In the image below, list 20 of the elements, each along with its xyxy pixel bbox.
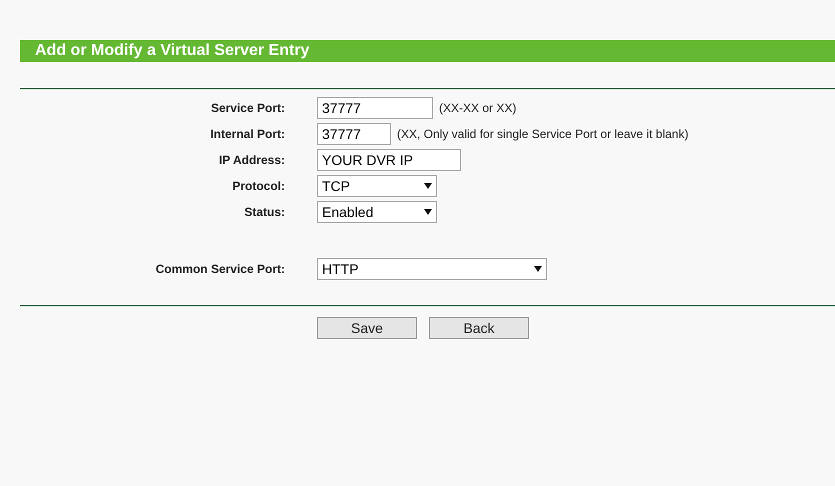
field-label: Common Service Port: [154, 262, 285, 276]
field-label: Protocol: [231, 179, 285, 193]
field-label: Service Port: [210, 101, 285, 115]
action-button[interactable]: Back [429, 317, 529, 339]
hint-text: (XX, Only valid for single Service Port or leave it blank) [397, 127, 688, 141]
field-label: Internal Port: [209, 127, 285, 141]
dropdown[interactable]: HTTP [317, 258, 547, 280]
caret-icon [424, 183, 432, 189]
input-field[interactable]: YOUR DVR IP [317, 149, 461, 171]
input-field[interactable]: 37777 [317, 123, 391, 145]
field-label: Status: [243, 205, 285, 219]
dropdown[interactable]: TCP [317, 175, 437, 197]
caret-icon [534, 266, 542, 272]
hint-text: (XX-XX or XX) [439, 101, 516, 115]
section-title: Add or Modify a Virtual Server Entry [20, 40, 835, 62]
field-label: IP Address: [218, 153, 285, 167]
caret-icon [424, 209, 432, 215]
input-field[interactable]: 37777 [317, 97, 433, 119]
dropdown[interactable]: Enabled [317, 201, 437, 223]
action-button[interactable]: Save [317, 317, 417, 339]
